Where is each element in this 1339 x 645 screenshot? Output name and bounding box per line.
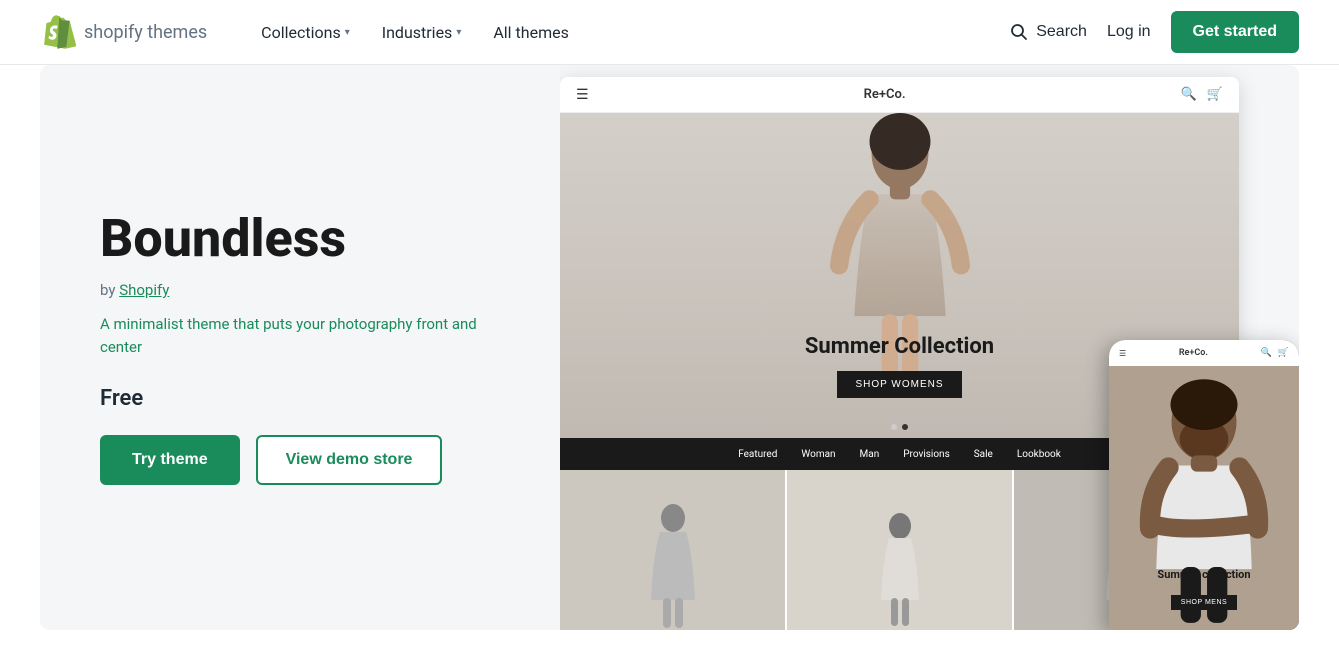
mobile-hamburger-icon: ☰ [1119, 349, 1126, 358]
mobile-search-icon: 🔍 [1261, 348, 1272, 358]
mobile-bar-icons: 🔍 🛒 [1261, 348, 1289, 358]
mobile-cart-icon: 🛒 [1278, 348, 1289, 358]
hamburger-icon: ☰ [576, 87, 589, 103]
logo-text: shopify themes [84, 22, 207, 43]
nav-woman: Woman [801, 449, 835, 460]
main-nav: Collections ▾ Industries ▾ All themes [247, 15, 1010, 50]
cart-icon-small: 🛒 [1207, 87, 1223, 102]
header-actions: Search Log in Get started [1010, 11, 1299, 53]
shopify-logo-icon [40, 14, 76, 50]
mobile-shop-button: SHOP MENS [1171, 595, 1237, 610]
site-header: shopify themes Collections ▾ Industries … [0, 0, 1339, 65]
view-demo-button[interactable]: View demo store [256, 435, 443, 485]
theme-actions: Try theme View demo store [100, 435, 500, 485]
nav-provisions: Provisions [903, 449, 949, 460]
get-started-button[interactable]: Get started [1171, 11, 1299, 53]
gallery-img-2 [787, 470, 1014, 630]
search-icon-small: 🔍 [1181, 87, 1197, 102]
mobile-hero-text: Summer collection SHOP MENS [1157, 568, 1250, 610]
hero-shop-button: SHOP WOMENS [837, 371, 961, 398]
mobile-hero: Summer collection SHOP MENS [1109, 366, 1299, 630]
theme-description: A minimalist theme that puts your photog… [100, 313, 500, 358]
mockup-header-bar: ☰ Re+Co. 🔍 🛒 [560, 77, 1239, 113]
try-theme-button[interactable]: Try theme [100, 435, 240, 485]
mobile-mockup: ☰ Re+Co. 🔍 🛒 [1109, 340, 1299, 630]
theme-author-line: by Shopify [100, 281, 500, 299]
nav-lookbook: Lookbook [1017, 449, 1061, 460]
mockup-bar-icons: 🔍 🛒 [1181, 87, 1223, 102]
gallery-img-1 [560, 470, 787, 630]
logo[interactable]: shopify themes [40, 14, 207, 50]
login-button[interactable]: Log in [1107, 23, 1151, 41]
search-icon [1010, 23, 1028, 41]
nav-man: Man [860, 449, 880, 460]
chevron-down-icon: ▾ [345, 27, 350, 38]
nav-collections[interactable]: Collections ▾ [247, 15, 364, 50]
theme-title: Boundless [100, 210, 500, 267]
store-name-mobile: Re+Co. [1179, 348, 1208, 358]
chevron-down-icon: ▾ [456, 27, 461, 38]
hero-text: Summer Collection SHOP WOMENS [805, 334, 994, 398]
dot-1 [891, 424, 897, 430]
search-button[interactable]: Search [1010, 23, 1087, 41]
figure-1-icon [638, 500, 708, 630]
nav-industries[interactable]: Industries ▾ [368, 15, 476, 50]
dot-2 [902, 424, 908, 430]
nav-featured: Featured [738, 449, 777, 460]
theme-preview-area: ☰ Re+Co. 🔍 🛒 [560, 65, 1299, 630]
mobile-header-bar: ☰ Re+Co. 🔍 🛒 [1109, 340, 1299, 366]
theme-price: Free [100, 386, 500, 411]
theme-info-panel: Boundless by Shopify A minimalist theme … [40, 210, 560, 485]
mobile-hero-title: Summer collection [1157, 568, 1250, 581]
nav-all-themes[interactable]: All themes [479, 15, 583, 50]
figure-2-icon [870, 510, 930, 630]
store-name-desktop: Re+Co. [864, 87, 906, 102]
nav-sale: Sale [974, 449, 993, 460]
theme-author-link[interactable]: Shopify [119, 281, 169, 299]
hero-title: Summer Collection [805, 334, 994, 359]
main-content: Boundless by Shopify A minimalist theme … [40, 65, 1299, 630]
hero-dots [891, 424, 908, 430]
